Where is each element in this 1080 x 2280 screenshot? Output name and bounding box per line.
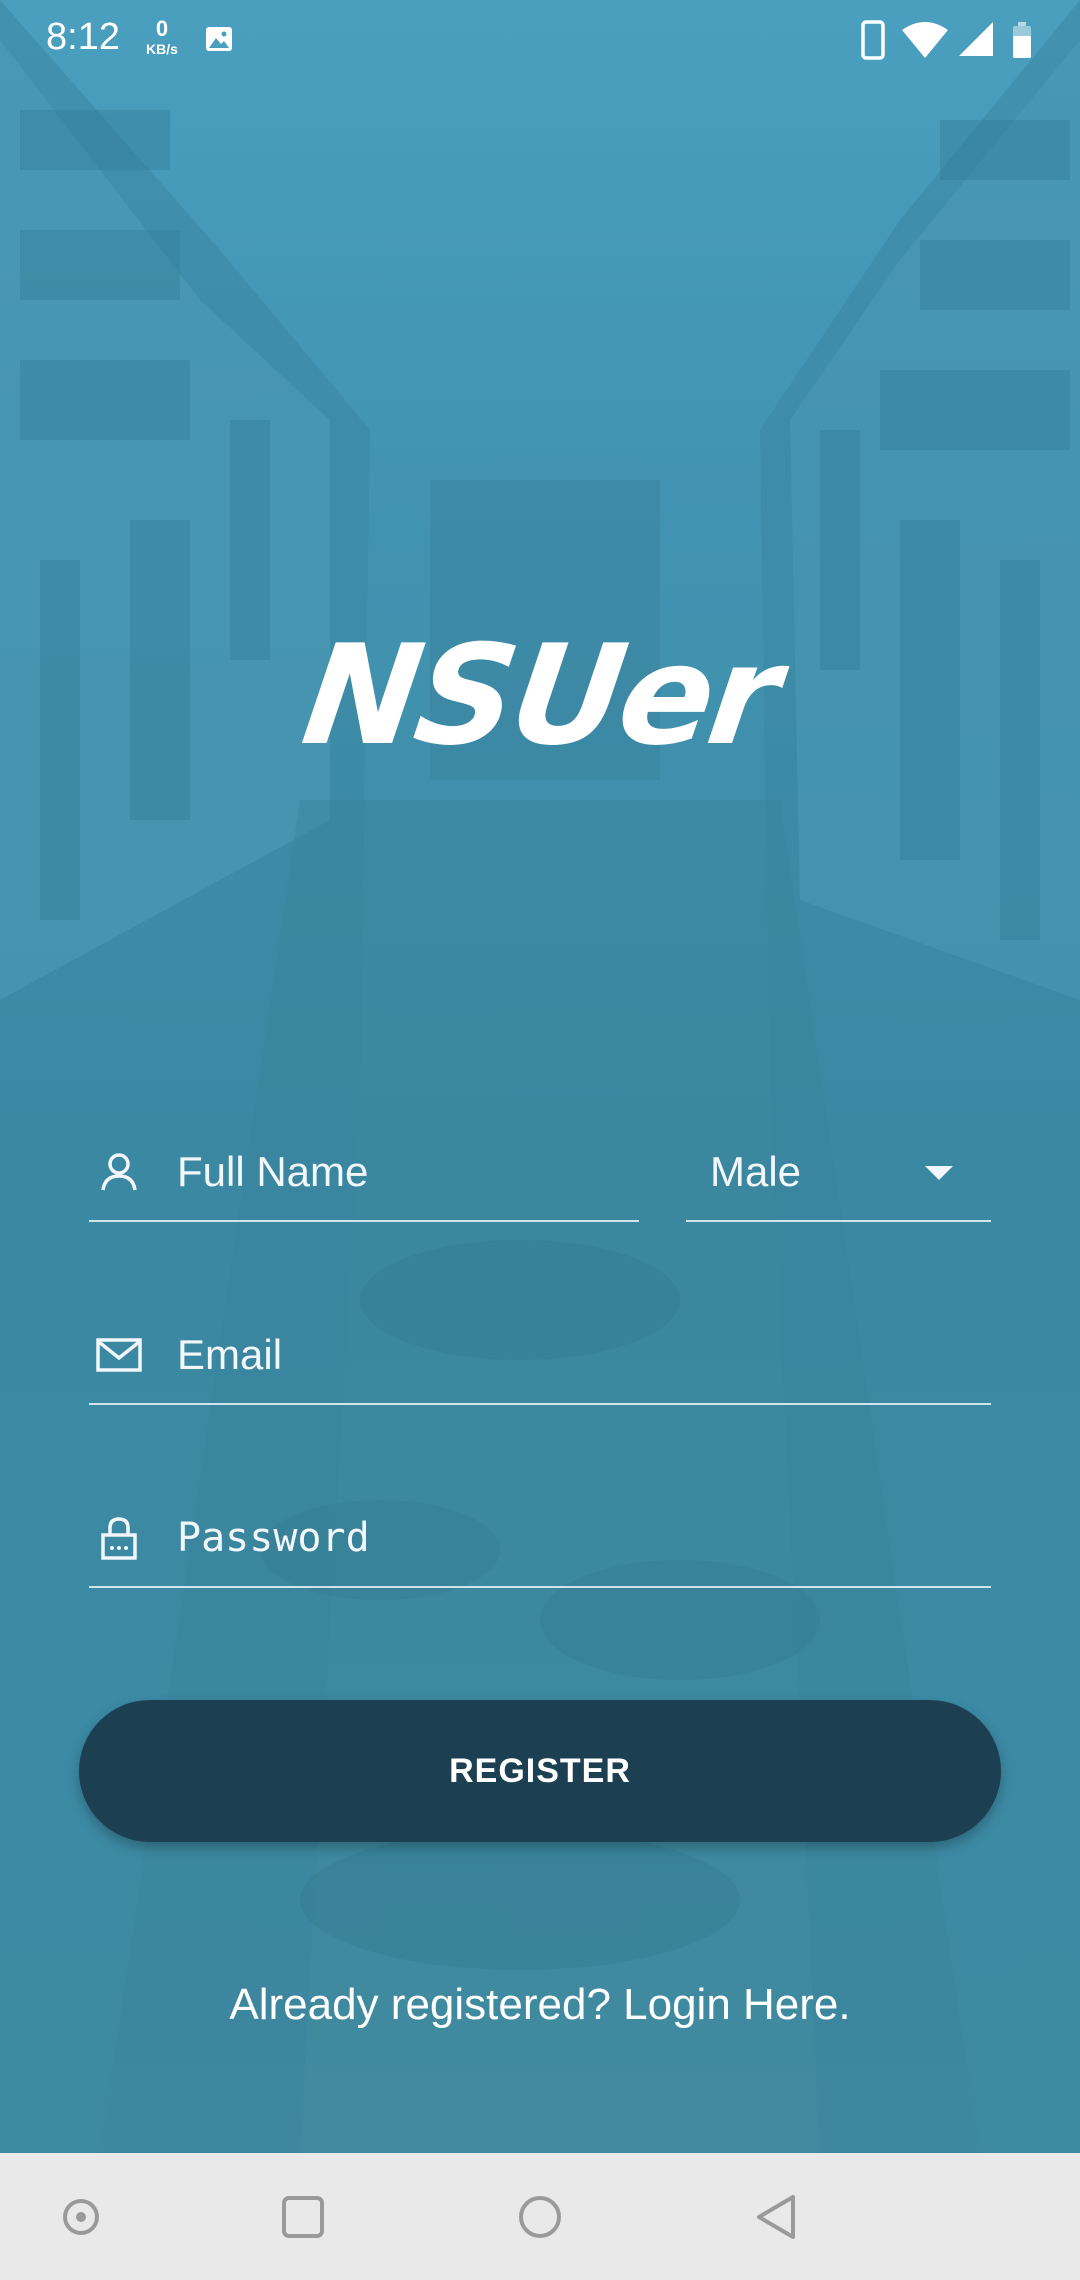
login-link[interactable]: Already registered? Login Here. [0,1980,1080,2030]
email-placeholder: Email [177,1331,283,1378]
navigation-bar [0,2153,1080,2280]
network-speed: 0 KB/s [140,16,184,57]
person-icon [101,1153,137,1191]
phone-icon [861,20,885,60]
assist-icon[interactable] [45,2181,117,2253]
status-time: 8:12 [46,16,120,58]
network-speed-unit: KB/s [146,41,178,57]
app-logo: NSUer [294,615,786,776]
network-speed-value: 0 [155,16,169,41]
full-name-placeholder: Full Name [177,1148,369,1195]
dropdown-arrow-icon [925,1166,953,1180]
lock-icon [101,1517,137,1560]
mail-icon [96,1338,142,1372]
battery-icon [1013,22,1031,58]
register-button[interactable]: REGISTER [79,1700,1001,1842]
password-placeholder: Password [177,1515,370,1561]
status-bar: 8:12 0 KB/s [0,0,1080,80]
wifi-icon [902,22,948,58]
gender-select[interactable]: Male [686,1124,991,1222]
register-screen: 8:12 0 KB/s NSUer Full Name Male Email P… [0,0,1080,2280]
recents-icon[interactable] [267,2181,339,2253]
cell-signal-icon [959,22,993,56]
home-icon[interactable] [504,2181,576,2253]
gender-selected-value: Male [710,1148,802,1195]
email-input[interactable]: Email [89,1307,991,1405]
full-name-input[interactable]: Full Name [89,1124,639,1222]
image-notification-icon [206,27,232,51]
back-icon[interactable] [741,2181,813,2253]
password-input[interactable]: Password [89,1490,991,1588]
